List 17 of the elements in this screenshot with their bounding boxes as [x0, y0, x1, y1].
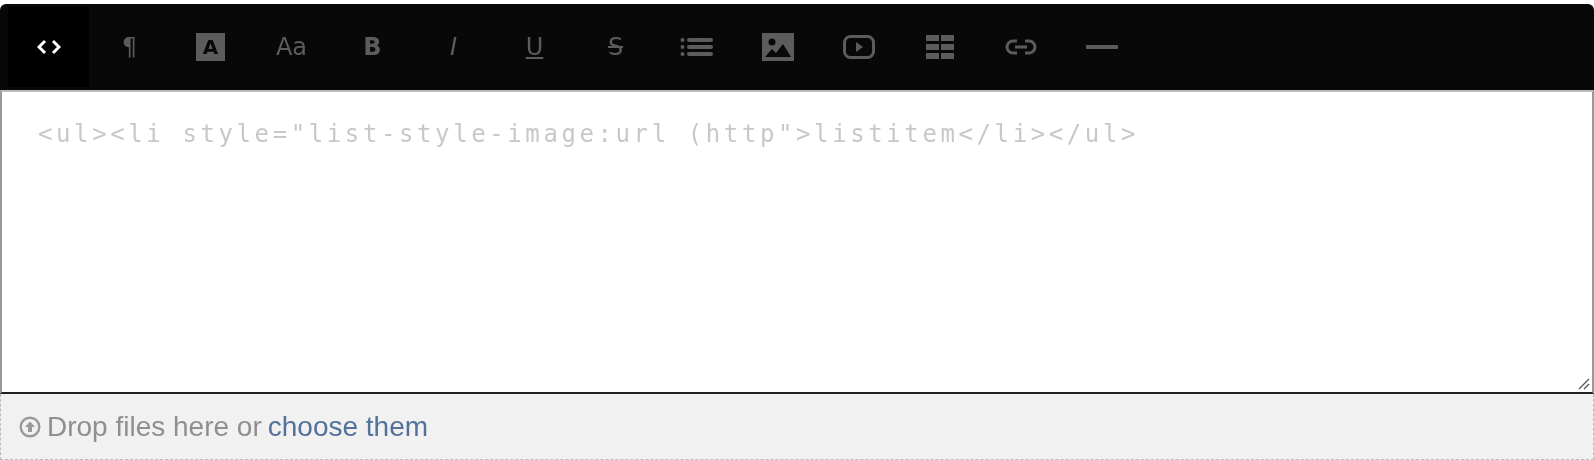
dropzone-text: Drop files here or: [47, 410, 262, 443]
format-button[interactable]: ¶: [89, 7, 170, 87]
format-button[interactable]: I: [413, 7, 494, 87]
format-button[interactable]: U: [494, 7, 575, 87]
code-icon: [36, 39, 61, 55]
file-dropzone[interactable]: Drop files here or choose them: [0, 394, 1594, 460]
image-icon: [761, 33, 794, 61]
format-button[interactable]: B: [332, 7, 413, 87]
list-icon: [679, 37, 714, 57]
table-icon: [925, 35, 954, 59]
format-button[interactable]: S: [575, 7, 656, 87]
link-icon: [1004, 38, 1037, 56]
upload-icon: [19, 415, 41, 438]
resize-grip-icon: [1578, 378, 1590, 390]
format-button[interactable]: Aa: [251, 7, 332, 87]
video-icon: [842, 35, 875, 59]
choose-files-link[interactable]: choose them: [267, 410, 429, 443]
